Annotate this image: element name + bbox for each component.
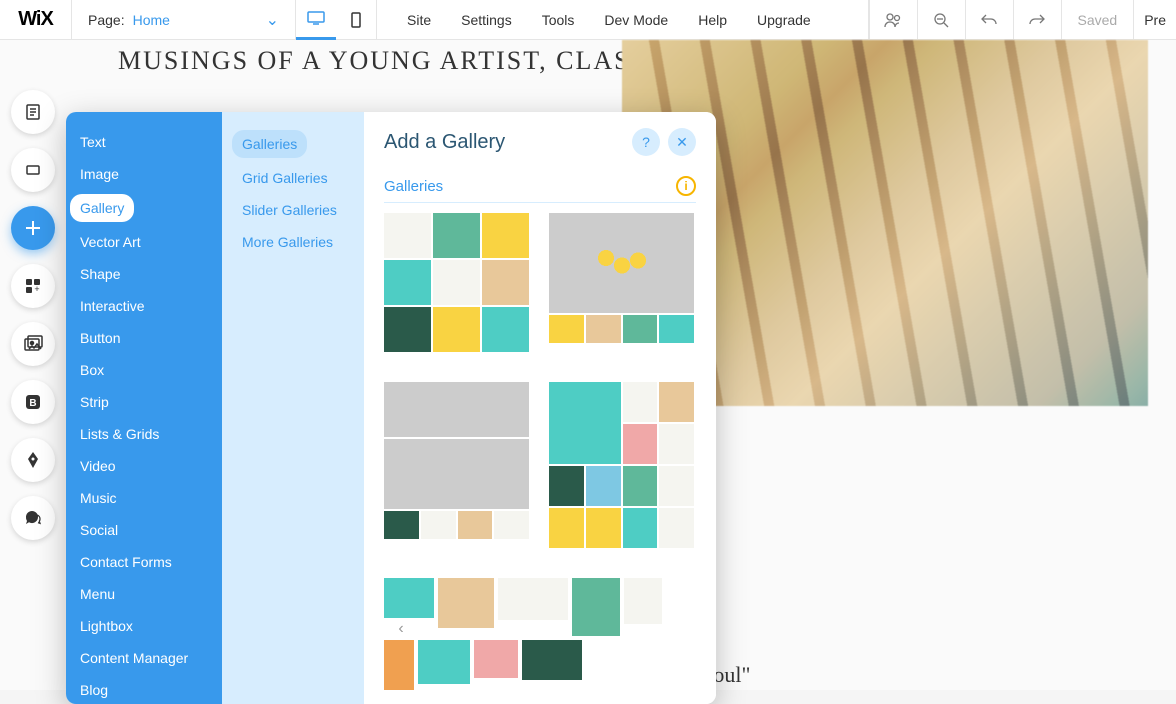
undo-icon[interactable] <box>965 0 1013 40</box>
section-header: Galleries i <box>384 166 696 203</box>
media-button[interactable] <box>11 322 55 366</box>
category-list: Text Image Gallery Vector Art Shape Inte… <box>66 112 222 704</box>
menu-help[interactable]: Help <box>698 12 727 28</box>
close-button[interactable]: ✕ <box>668 128 696 156</box>
cat-menu[interactable]: Menu <box>66 578 222 610</box>
cat-interactive[interactable]: Interactive <box>66 290 222 322</box>
cat-image[interactable]: Image <box>66 158 222 190</box>
gallery-preset-grid[interactable] <box>384 213 529 352</box>
cat-text[interactable]: Text <box>66 126 222 158</box>
add-element-panel: Text Image Gallery Vector Art Shape Inte… <box>66 112 716 704</box>
cat-music[interactable]: Music <box>66 482 222 514</box>
menu-settings[interactable]: Settings <box>461 12 512 28</box>
subcategory-list: Galleries Grid Galleries Slider Gallerie… <box>222 112 364 704</box>
dev-pen-button[interactable] <box>11 438 55 482</box>
help-button[interactable]: ? <box>632 128 660 156</box>
blog-rail-button[interactable]: B <box>11 380 55 424</box>
preview-button[interactable]: Pre <box>1133 0 1176 40</box>
cat-contact[interactable]: Contact Forms <box>66 546 222 578</box>
section-label: Galleries <box>384 178 676 195</box>
chevron-down-icon: ⌄ <box>266 10 279 30</box>
gallery-preset-showcase[interactable] <box>549 213 694 352</box>
gallery-preset-collage[interactable] <box>549 382 694 548</box>
zoom-out-icon[interactable] <box>917 0 965 40</box>
collaborators-icon[interactable] <box>869 0 917 40</box>
page-name: Home <box>133 12 170 28</box>
add-element-button[interactable] <box>11 206 55 250</box>
cat-lists[interactable]: Lists & Grids <box>66 418 222 450</box>
menu-site[interactable]: Site <box>407 12 431 28</box>
desktop-view-button[interactable] <box>296 0 336 40</box>
menu-upgrade[interactable]: Upgrade <box>757 12 811 28</box>
editor-stage: MUSINGS OF A YOUNG ARTIST, CLASSIQUE "Wr… <box>0 40 1176 690</box>
gallery-presets: Add a Gallery ? ✕ Galleries i <box>364 112 716 704</box>
cat-strip[interactable]: Strip <box>66 386 222 418</box>
gallery-preset-freestyle[interactable]: ‹ <box>384 578 694 690</box>
chat-button[interactable] <box>11 496 55 540</box>
cat-box[interactable]: Box <box>66 354 222 386</box>
panel-title: Add a Gallery <box>384 131 624 154</box>
svg-text:+: + <box>34 284 39 294</box>
cat-video[interactable]: Video <box>66 450 222 482</box>
gallery-preset-list[interactable]: ‹ <box>364 213 716 704</box>
mobile-view-button[interactable] <box>336 0 376 40</box>
info-icon[interactable]: i <box>676 176 696 196</box>
viewport-buttons <box>296 0 377 40</box>
gallery-preset-slideshow[interactable] <box>384 382 529 548</box>
subcat-slider[interactable]: Slider Galleries <box>222 194 364 226</box>
tool-icons <box>869 0 1061 40</box>
subcat-galleries[interactable]: Galleries <box>222 126 364 162</box>
page-selector[interactable]: Page: Home ⌄ <box>72 0 296 40</box>
top-toolbar: WiX Page: Home ⌄ Site Settings Tools Dev… <box>0 0 1176 40</box>
cat-lightbox[interactable]: Lightbox <box>66 610 222 642</box>
main-menu: Site Settings Tools Dev Mode Help Upgrad… <box>377 0 869 40</box>
cat-contentmgr[interactable]: Content Manager <box>66 642 222 674</box>
prev-arrow-icon[interactable]: ‹ <box>390 618 412 640</box>
cat-shape[interactable]: Shape <box>66 258 222 290</box>
cat-blog[interactable]: Blog <box>66 674 222 704</box>
section-button[interactable] <box>11 148 55 192</box>
svg-text:B: B <box>29 398 36 409</box>
left-tool-rail: + B <box>6 90 60 540</box>
page-label: Page: <box>88 12 125 28</box>
pages-button[interactable] <box>11 90 55 134</box>
menu-tools[interactable]: Tools <box>542 12 575 28</box>
save-status: Saved <box>1061 0 1134 40</box>
wix-logo[interactable]: WiX <box>0 0 72 40</box>
redo-icon[interactable] <box>1013 0 1061 40</box>
panel-header: Add a Gallery ? ✕ <box>364 112 716 166</box>
menu-devmode[interactable]: Dev Mode <box>604 12 668 28</box>
cat-button[interactable]: Button <box>66 322 222 354</box>
apps-button[interactable]: + <box>11 264 55 308</box>
cat-social[interactable]: Social <box>66 514 222 546</box>
cat-gallery[interactable]: Gallery <box>66 190 222 226</box>
subcat-more[interactable]: More Galleries <box>222 226 364 258</box>
subcat-grid[interactable]: Grid Galleries <box>222 162 364 194</box>
cat-vectorart[interactable]: Vector Art <box>66 226 222 258</box>
